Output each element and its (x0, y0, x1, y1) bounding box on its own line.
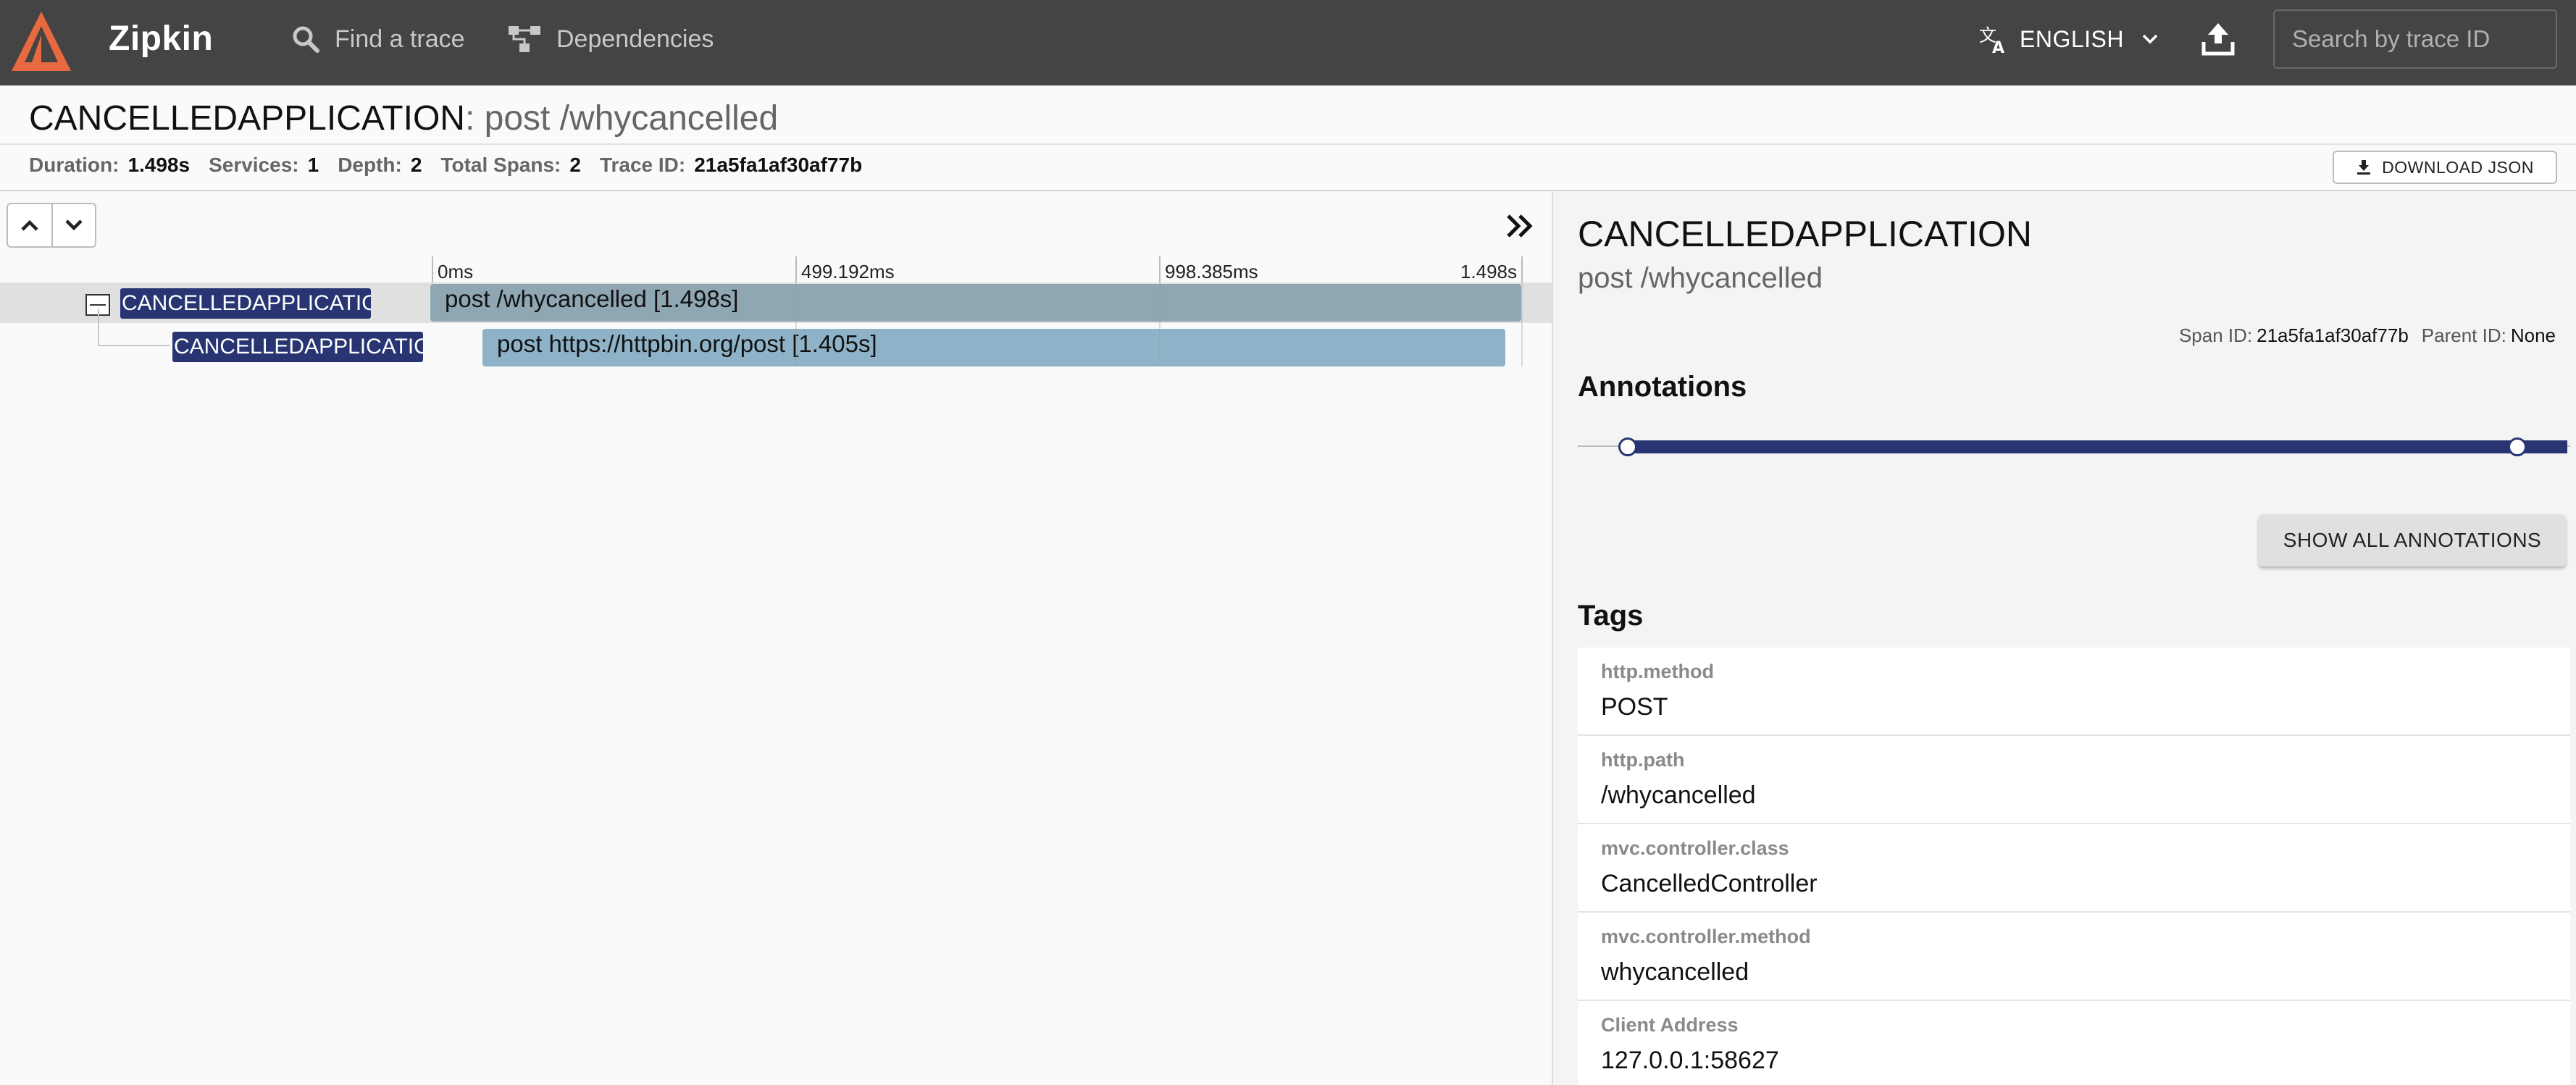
tag-key: mvc.controller.method (1601, 926, 1811, 947)
span-ids: Span ID: 21a5fa1af30af77b Parent ID: Non… (2179, 324, 2556, 347)
download-icon (2357, 160, 2371, 175)
toggle-detail-panel-icon[interactable] (1504, 211, 1534, 240)
app-header: Zipkin Find a trace Dependencies 文 A ENG… (0, 0, 2576, 85)
timeline-gridline (1521, 282, 1523, 366)
tree-connector (98, 345, 170, 346)
span-detail-panel: CANCELLEDAPPLICATION post /whycancelled … (1552, 193, 2576, 1085)
tick-label: 499.192ms (795, 256, 895, 282)
tags-heading: Tags (1578, 600, 1644, 632)
slider-start-handle[interactable] (1618, 437, 1637, 456)
meta-trace-id-label: Trace ID: (599, 154, 686, 176)
trace-meta: Duration: 1.498s Services: 1 Depth: 2 To… (29, 154, 881, 177)
chevron-down-icon (2142, 34, 2158, 44)
tags-list: http.method POST http.path /whycancelled… (1578, 648, 2570, 1085)
span-bar[interactable]: post https://httpbin.org/post [1.405s] (482, 329, 1505, 366)
span-row[interactable]: CANCELLEDAPPLICATION post /whycancelled … (0, 282, 1552, 323)
page-title: CANCELLEDAPPLICATION: post /whycancelled (29, 99, 778, 138)
nav-find-trace-label: Find a trace (335, 25, 465, 53)
annotations-range-slider[interactable] (1578, 432, 2570, 461)
trace-timeline: 0ms 499.192ms 998.385ms 1.498s CANCELLED… (0, 193, 1552, 1085)
tag-key: http.path (1601, 749, 1685, 771)
upload-icon[interactable] (2199, 20, 2237, 58)
span-service-badge: CANCELLEDAPPLICATION (120, 288, 371, 319)
brand-name[interactable]: Zipkin (109, 0, 213, 85)
download-json-button[interactable]: DOWNLOAD JSON (2333, 151, 2557, 184)
language-label: ENGLISH (2020, 25, 2124, 52)
timeline-gridline (795, 282, 797, 366)
summary-divider (0, 143, 2576, 145)
meta-trace-id-value: 21a5fa1af30af77b (694, 154, 863, 176)
tick-label: 998.385ms (1159, 256, 1258, 282)
collapse-all-button[interactable] (8, 204, 51, 246)
annotations-heading: Annotations (1578, 371, 1747, 403)
download-json-label: DOWNLOAD JSON (2382, 157, 2534, 177)
expand-all-button[interactable] (51, 204, 95, 246)
show-all-annotations-button[interactable]: SHOW ALL ANNOTATIONS (2259, 514, 2566, 566)
span-id-label: Span ID: (2178, 324, 2253, 346)
span-id-value: 21a5fa1af30af77b (2257, 324, 2409, 346)
tag-item: http.method POST (1578, 648, 2570, 736)
tag-item: Client Address 127.0.0.1:58627 (1578, 1001, 2570, 1085)
tag-key: Client Address (1601, 1014, 1739, 1036)
parent-id-label: Parent ID: (2421, 324, 2506, 346)
tag-key: http.method (1601, 661, 1714, 682)
detail-span-name: post /whycancelled (1578, 262, 1823, 294)
title-separator: : (464, 99, 485, 138)
span-row[interactable]: CANCELLEDAPPLICATION post https://httpbi… (0, 326, 1552, 366)
title-span-name: post /whycancelled (484, 99, 779, 138)
tag-value: whycancelled (1601, 958, 1749, 986)
slider-end-handle[interactable] (2508, 437, 2527, 456)
search-icon (293, 26, 319, 53)
span-nav-controls (7, 203, 96, 248)
tag-value: POST (1601, 693, 1668, 721)
timeline-ticks: 0ms 499.192ms 998.385ms 1.498s (0, 256, 1552, 282)
nav-find-trace[interactable]: Find a trace (291, 0, 465, 78)
chevron-up-icon (21, 219, 38, 231)
tick-label: 1.498s (1434, 256, 1523, 282)
translate-icon: 文 A (1979, 25, 2005, 54)
tree-connector (98, 309, 99, 345)
meta-duration-label: Duration: (29, 154, 120, 176)
span-bar[interactable]: post /whycancelled [1.498s] (430, 284, 1521, 322)
nav-dependencies[interactable]: Dependencies (507, 0, 714, 78)
tag-value: 127.0.0.1:58627 (1601, 1047, 1779, 1074)
trace-summary: CANCELLEDAPPLICATION: post /whycancelled… (0, 85, 2576, 191)
dependencies-icon (509, 26, 540, 52)
title-service: CANCELLEDAPPLICATION (29, 99, 465, 138)
tag-value: CancelledController (1601, 870, 1818, 897)
tick-label: 0ms (432, 256, 473, 282)
meta-duration-value: 1.498s (127, 154, 191, 176)
slider-track (1627, 440, 2567, 453)
timeline-gridline (1159, 282, 1161, 366)
tag-value: /whycancelled (1601, 782, 1756, 809)
meta-depth-label: Depth: (338, 154, 402, 176)
chevron-down-icon (65, 219, 83, 231)
meta-depth-value: 2 (410, 154, 422, 176)
tag-item: mvc.controller.class CancelledController (1578, 824, 2570, 913)
trace-id-search-input[interactable] (2273, 9, 2557, 69)
meta-total-spans-value: 2 (569, 154, 581, 176)
tag-item: mvc.controller.method whycancelled (1578, 913, 2570, 1001)
detail-service-name: CANCELLEDAPPLICATION (1578, 214, 2033, 254)
span-service-badge: CANCELLEDAPPLICATION (172, 332, 423, 362)
svg-text:A: A (1992, 39, 2005, 54)
zipkin-logo-icon[interactable] (10, 9, 72, 75)
tag-key: mvc.controller.class (1601, 837, 1789, 859)
meta-services-label: Services: (209, 154, 299, 176)
meta-services-value: 1 (307, 154, 319, 176)
language-selector[interactable]: 文 A ENGLISH (1978, 0, 2159, 78)
tag-item: http.path /whycancelled (1578, 736, 2570, 824)
meta-total-spans-label: Total Spans: (440, 154, 561, 176)
parent-id-value: None (2510, 324, 2556, 346)
nav-dependencies-label: Dependencies (556, 25, 714, 53)
